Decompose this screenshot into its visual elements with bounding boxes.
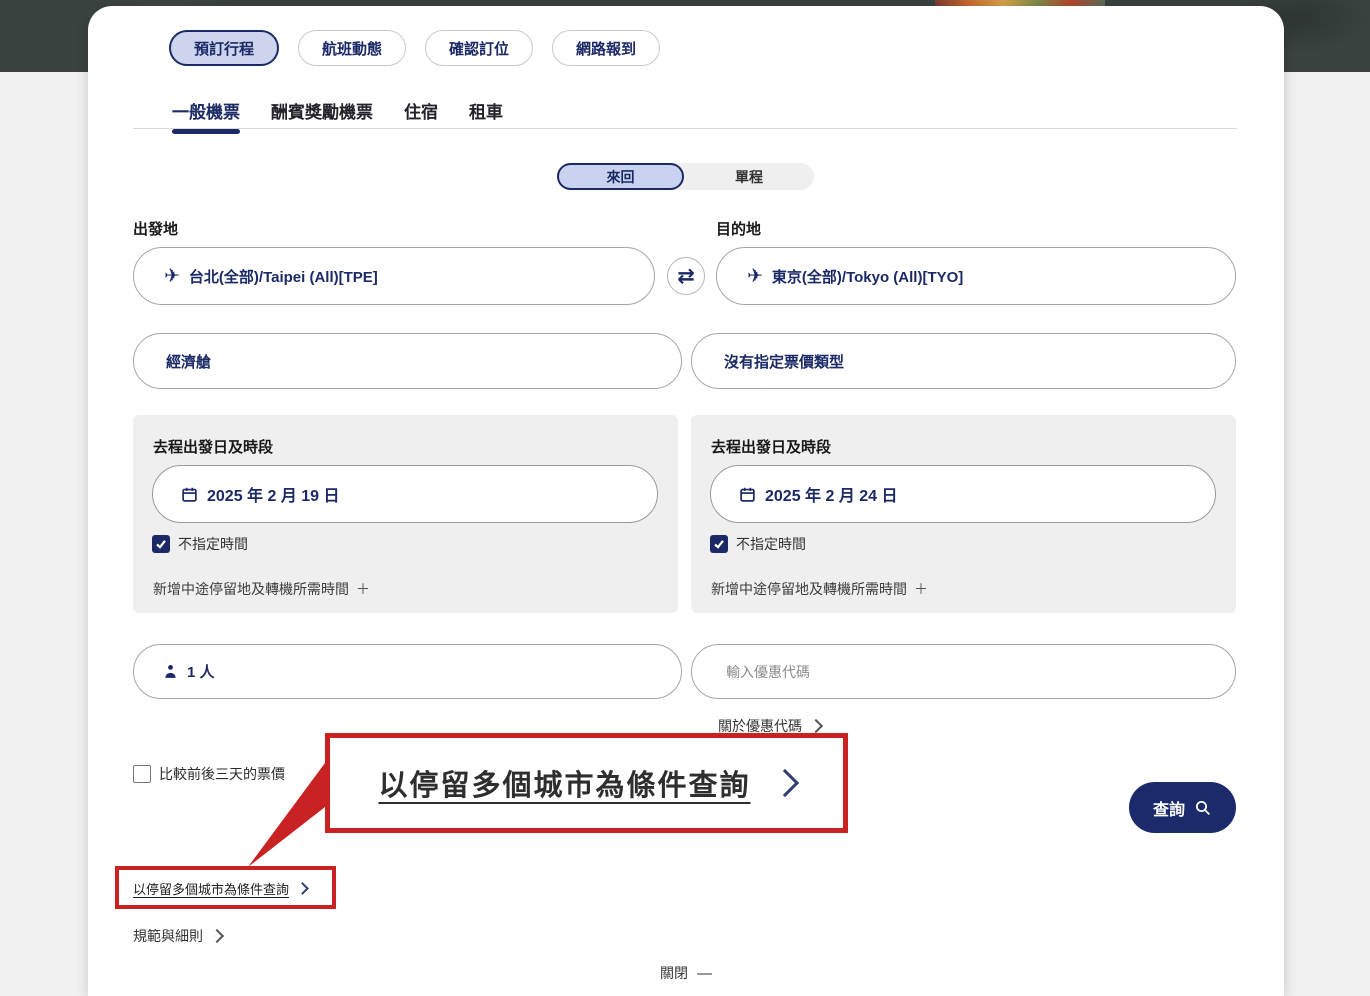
tab-award-tickets[interactable]: 酬賓獎勵機票 (271, 98, 373, 132)
chevron-right-icon (296, 882, 309, 895)
pill-flight-status[interactable]: 航班動態 (298, 30, 406, 66)
outbound-date-field[interactable]: 2025 年 2 月 19 日 (152, 465, 658, 523)
promo-code-input[interactable] (724, 663, 1188, 681)
outbound-add-stopover-label: 新增中途停留地及轉機所需時間 (153, 579, 349, 599)
search-button-label: 查詢 (1153, 796, 1185, 820)
tabs-divider (133, 128, 1237, 129)
outbound-date-panel: 去程出發日及時段 2025 年 2 月 19 日 不指定時間 新增中途停留地及轉… (133, 415, 678, 613)
plus-icon: ＋ (914, 579, 928, 599)
chevron-right-icon (210, 929, 224, 943)
airplane-icon: ✈ (747, 267, 763, 286)
origin-label: 出發地 (133, 218, 178, 239)
outbound-add-stopover-link[interactable]: 新增中途停留地及轉機所需時間 ＋ (153, 579, 370, 599)
return-date-panel: 去程出發日及時段 2025 年 2 月 24 日 不指定時間 新增中途停留地及轉… (691, 415, 1236, 613)
pill-online-checkin[interactable]: 網路報到 (552, 30, 660, 66)
return-no-time-checkbox[interactable]: 不指定時間 (710, 534, 806, 554)
checkbox-unchecked-icon (133, 765, 151, 783)
multicity-callout-link[interactable]: 以停留多個城市為條件查詢 (378, 762, 750, 804)
pill-book-trip[interactable]: 預訂行程 (169, 30, 279, 66)
toggle-one-way[interactable]: 單程 (684, 163, 814, 190)
toggle-round-trip[interactable]: 來回 (557, 163, 684, 190)
promo-code-field (691, 644, 1236, 699)
chevron-right-icon (770, 769, 798, 797)
airplane-icon: ✈ (164, 267, 180, 286)
return-add-stopover-label: 新增中途停留地及轉機所需時間 (711, 579, 907, 599)
swap-icon: ⇄ (677, 266, 695, 287)
outbound-no-time-checkbox[interactable]: 不指定時間 (152, 534, 248, 554)
cabin-class-field[interactable]: 經濟艙 (133, 333, 682, 389)
tab-regular-tickets[interactable]: 一般機票 (172, 98, 240, 132)
booking-tabs: 一般機票 酬賓獎勵機票 住宿 租車 (172, 98, 503, 132)
return-no-time-label: 不指定時間 (736, 534, 806, 554)
return-date-field[interactable]: 2025 年 2 月 24 日 (710, 465, 1216, 523)
calendar-icon (739, 486, 756, 503)
multicity-search-link[interactable]: 以停留多個城市為條件查詢 (133, 879, 307, 898)
trip-type-toggle: 來回 單程 (557, 163, 814, 190)
tab-hotels[interactable]: 住宿 (404, 98, 438, 132)
person-icon (162, 663, 179, 680)
passengers-value: 1 人 (187, 661, 215, 682)
search-button[interactable]: 查詢 (1129, 782, 1236, 833)
minus-icon: — (697, 965, 712, 982)
checkbox-checked-icon (152, 535, 170, 553)
outbound-no-time-label: 不指定時間 (178, 534, 248, 554)
origin-value: 台北(全部)/Taipei (All)[TPE] (189, 266, 378, 287)
multicity-callout-annotation: 以停留多個城市為條件查詢 (325, 733, 848, 833)
close-widget-link[interactable]: 關閉 — (88, 963, 1284, 983)
passengers-field[interactable]: 1 人 (133, 644, 682, 699)
outbound-date-value: 2025 年 2 月 19 日 (207, 482, 340, 506)
chevron-right-icon (809, 719, 823, 733)
quick-action-pills: 預訂行程 航班動態 確認訂位 網路報到 (169, 30, 660, 66)
fare-type-field[interactable]: 沒有指定票價類型 (691, 333, 1236, 389)
rules-link[interactable]: 規範與細則 (133, 926, 222, 946)
tab-car-rental[interactable]: 租車 (469, 98, 503, 132)
return-add-stopover-link[interactable]: 新增中途停留地及轉機所需時間 ＋ (711, 579, 928, 599)
multicity-search-label: 以停留多個城市為條件查詢 (133, 879, 289, 898)
return-panel-title: 去程出發日及時段 (711, 436, 831, 457)
checkbox-checked-icon (710, 535, 728, 553)
destination-value: 東京(全部)/Tokyo (All)[TYO] (772, 266, 963, 287)
fare-type-value: 沒有指定票價類型 (724, 351, 844, 372)
destination-label: 目的地 (716, 218, 761, 239)
plus-icon: ＋ (356, 579, 370, 599)
search-icon (1194, 799, 1212, 817)
outbound-panel-title: 去程出發日及時段 (153, 436, 273, 457)
close-label: 關閉 (660, 963, 688, 983)
return-date-value: 2025 年 2 月 24 日 (765, 482, 898, 506)
destination-field[interactable]: ✈ 東京(全部)/Tokyo (All)[TYO] (716, 247, 1236, 305)
swap-route-button[interactable]: ⇄ (667, 257, 705, 295)
cabin-class-value: 經濟艙 (166, 351, 211, 372)
rules-label: 規範與細則 (133, 926, 203, 946)
pill-manage-booking[interactable]: 確認訂位 (425, 30, 533, 66)
origin-field[interactable]: ✈ 台北(全部)/Taipei (All)[TPE] (133, 247, 655, 305)
calendar-icon (181, 486, 198, 503)
